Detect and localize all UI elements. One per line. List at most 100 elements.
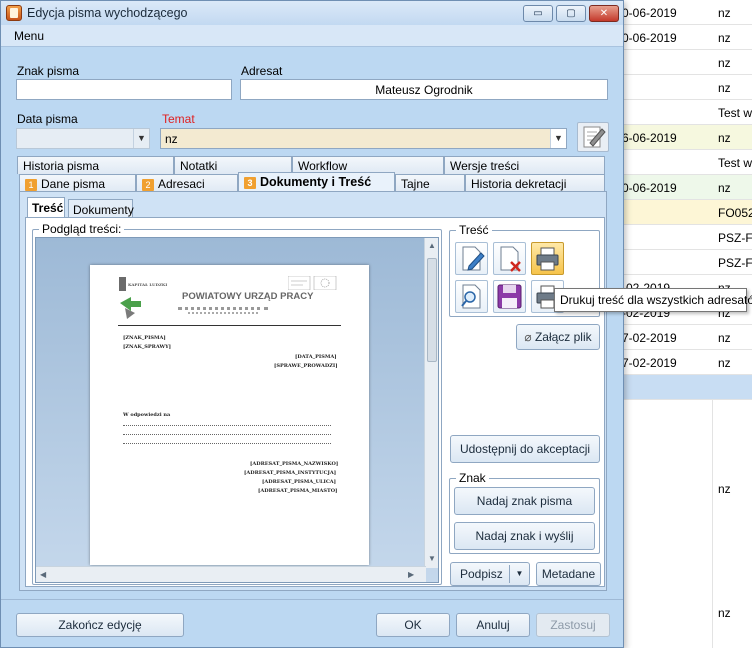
list-cell-value: nz xyxy=(718,356,731,370)
list-row[interactable]: FO052 xyxy=(620,200,752,225)
tresc-group-title: Treść xyxy=(456,223,492,237)
office-heading: POWIATOWY URZĄD PRACY xyxy=(182,291,314,302)
logo-text: KAPITAŁ LUDZKI xyxy=(128,282,168,287)
attach-file-button[interactable]: ⌀ Załącz plik xyxy=(516,324,600,350)
list-cell-value: PSZ-F xyxy=(718,256,752,270)
tab-number-badge: 3 xyxy=(244,177,256,189)
list-cell-date: 7-02-2019 xyxy=(622,356,677,370)
list-cell-date: 0-06-2019 xyxy=(622,181,677,195)
list-row[interactable]: PSZ-F xyxy=(620,225,752,250)
field-ulica: [ADRESAT_PISMA_ULICA] xyxy=(262,479,337,485)
delete-document-icon xyxy=(500,246,521,272)
address-strip xyxy=(178,307,268,310)
subtab-dokumenty[interactable]: Dokumenty xyxy=(68,199,134,219)
adresat-input[interactable]: Mateusz Ogrodnik xyxy=(240,79,608,100)
scroll-down-icon[interactable]: ▼ xyxy=(428,554,436,563)
tab-adresaci[interactable]: 2 Adresaci xyxy=(136,174,238,192)
menu-item-menu[interactable]: Menu xyxy=(14,29,44,43)
field-nazwisko: [ADRESAT_PISMA_NAZWISKO] xyxy=(250,461,339,467)
list-row[interactable]: 0-06-2019 nz xyxy=(620,25,752,50)
menu-bar: Menu xyxy=(1,25,623,47)
tab-label: Dokumenty i Treść xyxy=(260,175,372,189)
list-cell-value: nz xyxy=(718,331,731,345)
list-cell-value: nz xyxy=(718,482,731,496)
close-button[interactable]: ✕ xyxy=(589,5,619,22)
list-row[interactable]: nz xyxy=(620,50,752,75)
list-cell-value: PSZ-F xyxy=(718,231,752,245)
preview-horizontal-scrollbar[interactable]: ◀ ▶ xyxy=(36,566,426,582)
field-instytucja: [ADRESAT_PISMA_INSTYTUCJA] xyxy=(244,470,337,476)
document-preview[interactable]: KAPITAŁ LUDZKI POWIATOWY URZĄD PRACY [ZN… xyxy=(35,237,439,583)
list-row[interactable]: 0-06-2019 nz xyxy=(620,0,752,25)
ok-button[interactable]: OK xyxy=(376,613,450,637)
list-row[interactable]: 7-02-2019 nz xyxy=(620,325,752,350)
list-cell-date: 0-06-2019 xyxy=(622,6,677,20)
scroll-left-icon[interactable]: ◀ xyxy=(40,570,46,579)
field-data: [DATA_PISMA] xyxy=(295,354,337,360)
temat-label: Temat xyxy=(162,112,195,126)
tab-historia-dekretacji[interactable]: Historia dekretacji xyxy=(465,174,605,192)
list-row[interactable]: PSZ-F xyxy=(620,250,752,275)
edit-subject-button[interactable] xyxy=(577,122,609,152)
list-row[interactable]: nz xyxy=(620,75,752,100)
field-miasto: [ADRESAT_PISMA_MIASTO] xyxy=(258,488,338,494)
assign-number-send-button[interactable]: Nadaj znak i wyślij xyxy=(454,522,595,550)
footer-divider xyxy=(1,599,623,600)
share-for-approval-button[interactable]: Udostępnij do akceptacji xyxy=(450,435,600,463)
edit-content-button[interactable] xyxy=(455,242,488,275)
tab-label: Dane pisma xyxy=(41,177,106,191)
temat-combo[interactable]: nz ▼ xyxy=(160,128,567,149)
text-line xyxy=(123,425,331,426)
finish-editing-button[interactable]: Zakończ edycję xyxy=(16,613,184,637)
contact-strip xyxy=(188,312,258,314)
list-cell-value: nz xyxy=(718,131,731,145)
minimize-button[interactable]: ▭ xyxy=(523,5,553,22)
list-cell-value: nz xyxy=(718,81,731,95)
chevron-down-icon[interactable]: ▼ xyxy=(133,129,149,148)
preview-vertical-scrollbar[interactable]: ▲ ▼ xyxy=(424,238,438,568)
scrollbar-thumb[interactable] xyxy=(427,258,437,362)
list-row[interactable]: 0-06-2019 nz xyxy=(620,175,752,200)
chevron-down-icon[interactable]: ▼ xyxy=(509,565,529,583)
window-title: Edycja pisma wychodzącego xyxy=(27,6,188,20)
assign-number-button[interactable]: Nadaj znak pisma xyxy=(454,487,595,515)
field-prowadzi: [SPRAWE_PROWADZI] xyxy=(274,363,338,369)
delete-content-button[interactable] xyxy=(493,242,526,275)
field-znak: [ZNAK_PISMA] xyxy=(123,335,166,341)
tab-label: Tajne xyxy=(401,177,430,191)
tab-dane-pisma[interactable]: 1 Dane pisma xyxy=(19,174,136,192)
print-all-button[interactable] xyxy=(531,242,564,275)
list-cell-value: Test w xyxy=(718,156,752,170)
chevron-down-icon[interactable]: ▼ xyxy=(550,129,566,148)
maximize-button[interactable]: ▢ xyxy=(556,5,586,22)
list-row[interactable]: Test w xyxy=(620,150,752,175)
list-cell-date: 0-06-2019 xyxy=(622,31,677,45)
app-icon xyxy=(6,5,22,21)
tab-label: Adresaci xyxy=(158,177,205,191)
title-bar[interactable]: Edycja pisma wychodzącego ▭ ▢ ✕ xyxy=(1,1,623,25)
metadata-button[interactable]: Metadane xyxy=(536,562,601,586)
tab-dokumenty-i-tresc[interactable]: 3 Dokumenty i Treść xyxy=(238,172,395,192)
list-row[interactable]: Test w xyxy=(620,100,752,125)
znak-input[interactable] xyxy=(16,79,232,100)
list-row[interactable]: 6-06-2019 nz xyxy=(620,125,752,150)
tab-tajne[interactable]: Tajne xyxy=(395,174,465,192)
list-row[interactable]: 7-02-2019 nz xyxy=(620,350,752,375)
scroll-right-icon[interactable]: ▶ xyxy=(408,570,414,579)
sign-split-button[interactable]: Podpisz ▼ xyxy=(450,562,530,586)
save-floppy-icon xyxy=(497,284,522,309)
tab-historia-pisma[interactable]: Historia pisma xyxy=(17,156,174,174)
subtab-tresc[interactable]: Treść xyxy=(27,197,65,218)
list-cell-value: FO052 xyxy=(718,206,752,220)
tab-label: Historia dekretacji xyxy=(471,177,567,191)
apply-button[interactable]: Zastosuj xyxy=(536,613,610,637)
data-picker[interactable]: ▼ xyxy=(16,128,150,149)
cancel-button[interactable]: Anuluj xyxy=(456,613,530,637)
list-row[interactable] xyxy=(620,375,752,400)
scroll-up-icon[interactable]: ▲ xyxy=(428,241,436,250)
document-page: KAPITAŁ LUDZKI POWIATOWY URZĄD PRACY [ZN… xyxy=(90,265,369,565)
preview-content-button[interactable] xyxy=(455,280,488,313)
znak-label: Znak pisma xyxy=(17,64,80,78)
tab-wersje-tresci[interactable]: Wersje treści xyxy=(444,156,605,174)
save-content-button[interactable] xyxy=(493,280,526,313)
